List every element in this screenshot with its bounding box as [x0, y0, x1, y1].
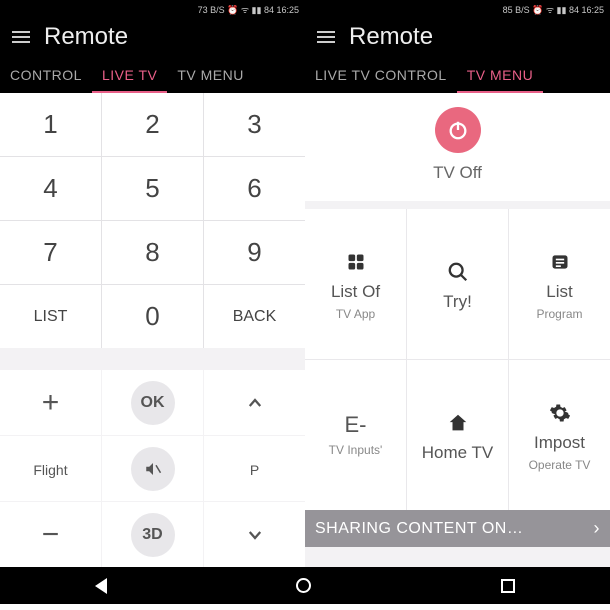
home-icon — [443, 408, 473, 438]
tabs-right: LIVE TV CONTROL TV MENU — [305, 56, 610, 93]
tile-home[interactable]: Home TV — [407, 360, 508, 510]
menu-icon[interactable] — [12, 31, 30, 43]
power-icon — [447, 119, 469, 141]
sharing-banner[interactable]: SHARING CONTENT ON… › — [305, 510, 610, 547]
tile-program-list[interactable]: List Program — [509, 209, 610, 359]
key-7[interactable]: 7 — [0, 221, 101, 284]
menu-grid-1: List Of TV App Try! List Program — [305, 209, 610, 510]
nav-home[interactable] — [296, 578, 311, 593]
tile-try[interactable]: Try! — [407, 209, 508, 359]
app-title-right: Remote — [349, 23, 433, 51]
volume-down-button[interactable]: − — [0, 502, 101, 567]
grid-icon — [341, 247, 371, 277]
key-0[interactable]: 0 — [102, 285, 203, 348]
key-6[interactable]: 6 — [204, 157, 305, 220]
banner-text: SHARING CONTENT ON… — [315, 520, 523, 538]
key-2[interactable]: 2 — [102, 93, 203, 156]
system-nav-bar — [0, 567, 610, 604]
tabs-left: CONTROL LIVE TV TV MENU — [0, 56, 305, 93]
channel-up-button[interactable] — [204, 370, 305, 435]
app-bar-left: Remote — [0, 18, 305, 56]
tile-app-list[interactable]: List Of TV App — [305, 209, 406, 359]
nav-back[interactable] — [95, 578, 107, 594]
program-label: P — [204, 436, 305, 501]
power-button[interactable] — [435, 107, 481, 153]
3d-button[interactable]: 3D — [102, 502, 203, 567]
screen-right: 85 B/S ⏰ ᯤ ▮▮ 84 16:25 Remote LIVE TV CO… — [305, 0, 610, 567]
ok-button[interactable]: OK — [102, 370, 203, 435]
search-icon — [443, 257, 473, 287]
volume-up-button[interactable]: + — [0, 370, 101, 435]
control-grid: + OK Flight P − 3D — [0, 370, 305, 567]
key-back[interactable]: BACK — [204, 285, 305, 348]
tile-settings[interactable]: Impost Operate TV — [509, 360, 610, 510]
screen-left: 73 B/S ⏰ ᯤ ▮▮ 84 16:25 Remote CONTROL LI… — [0, 0, 305, 567]
gear-icon — [545, 398, 575, 428]
channel-down-button[interactable] — [204, 502, 305, 567]
tab-control[interactable]: CONTROL — [0, 59, 92, 93]
key-3[interactable]: 3 — [204, 93, 305, 156]
menu-icon[interactable] — [317, 31, 335, 43]
app-bar-right: Remote — [305, 18, 610, 56]
tab-tv-menu[interactable]: TV MENU — [167, 59, 254, 93]
app-title-left: Remote — [44, 23, 128, 51]
status-bar-left: 73 B/S ⏰ ᯤ ▮▮ 84 16:25 — [0, 0, 305, 18]
mute-icon — [144, 460, 162, 478]
chevron-right-icon: › — [594, 518, 601, 539]
tab-tv-menu[interactable]: TV MENU — [457, 59, 544, 93]
list-icon — [545, 247, 575, 277]
chevron-up-icon — [246, 394, 264, 412]
key-5[interactable]: 5 — [102, 157, 203, 220]
tab-live-tv-control[interactable]: LIVE TV CONTROL — [305, 59, 457, 93]
nav-recent[interactable] — [501, 579, 515, 593]
key-1[interactable]: 1 — [0, 93, 101, 156]
power-label: TV Off — [305, 163, 610, 183]
key-9[interactable]: 9 — [204, 221, 305, 284]
key-list[interactable]: LIST — [0, 285, 101, 348]
numeric-keypad: 1 2 3 4 5 6 7 8 9 LIST 0 BACK — [0, 93, 305, 348]
power-section: TV Off — [305, 93, 610, 201]
status-bar-right: 85 B/S ⏰ ᯤ ▮▮ 84 16:25 — [305, 0, 610, 18]
tile-inputs[interactable]: E- TV Inputs' — [305, 360, 406, 510]
key-4[interactable]: 4 — [0, 157, 101, 220]
mute-button[interactable] — [102, 436, 203, 501]
key-8[interactable]: 8 — [102, 221, 203, 284]
chevron-down-icon — [246, 526, 264, 544]
flight-label: Flight — [0, 436, 101, 501]
tab-live-tv[interactable]: LIVE TV — [92, 59, 167, 93]
